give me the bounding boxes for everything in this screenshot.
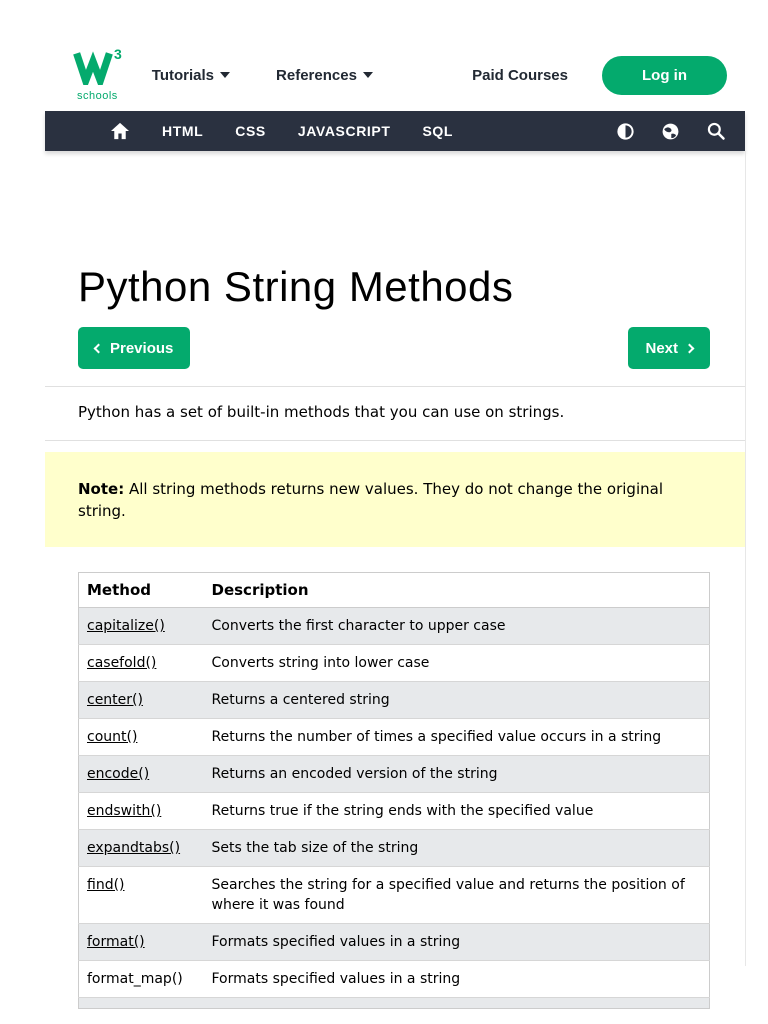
table-row: capitalize() Converts the first character…: [79, 608, 710, 645]
nav-link-sql[interactable]: SQL: [422, 123, 453, 139]
method-link[interactable]: find(): [87, 877, 125, 893]
w3schools-w-icon: [73, 49, 113, 89]
method-link[interactable]: casefold(): [87, 655, 156, 671]
caret-down-icon: [220, 72, 230, 78]
table-row: encode() Returns an encoded version of th…: [79, 756, 710, 793]
separator: [45, 386, 745, 387]
menu-icon[interactable]: [60, 124, 82, 139]
references-menu[interactable]: References: [276, 67, 373, 84]
method-cell: capitalize(): [79, 608, 204, 645]
note-panel: Note: All string methods returns new val…: [45, 452, 745, 547]
previous-button[interactable]: Previous: [78, 327, 190, 369]
method-column-header: Method: [79, 573, 204, 608]
dark-mode-toggle-icon[interactable]: [616, 122, 635, 141]
references-menu-label: References: [276, 67, 357, 84]
description-cell: Formats specified values in a string: [204, 924, 710, 961]
note-text: All string methods returns new values. T…: [78, 480, 663, 520]
table-row-partial: [79, 998, 710, 1009]
method-link[interactable]: expandtabs(): [87, 840, 180, 856]
description-cell: Returns an encoded version of the string: [204, 756, 710, 793]
next-button-label: Next: [645, 340, 678, 357]
string-methods-table: Method Description capitalize() Converts …: [78, 572, 710, 1009]
chevron-left-icon: [94, 344, 104, 354]
separator: [45, 440, 745, 441]
language-globe-icon[interactable]: [661, 122, 680, 141]
table-header-row: Method Description: [79, 573, 710, 608]
method-link[interactable]: capitalize(): [87, 618, 165, 634]
table-row: casefold() Converts string into lower cas…: [79, 645, 710, 682]
previous-button-label: Previous: [110, 340, 173, 357]
method-cell: endswith(): [79, 793, 204, 830]
tutorials-menu-label: Tutorials: [152, 67, 214, 84]
method-link[interactable]: center(): [87, 692, 143, 708]
description-cell: Searches the string for a specified valu…: [204, 867, 710, 924]
method-cell: find(): [79, 867, 204, 924]
method-name: format_map(): [87, 971, 183, 987]
method-cell: format_map(): [79, 961, 204, 998]
main-navbar: HTML CSS JAVASCRIPT SQL: [45, 111, 745, 151]
description-cell: Returns a centered string: [204, 682, 710, 719]
table-row: find() Searches the string for a specifie…: [79, 867, 710, 924]
method-link[interactable]: encode(): [87, 766, 149, 782]
logo-superscript: 3: [114, 47, 122, 61]
table-row: endswith() Returns true if the string end…: [79, 793, 710, 830]
home-icon[interactable]: [110, 122, 130, 140]
table-row: format_map() Formats specified values in …: [79, 961, 710, 998]
nav-link-javascript[interactable]: JAVASCRIPT: [298, 123, 391, 139]
description-cell: Returns the number of times a specified …: [204, 719, 710, 756]
method-cell: format(): [79, 924, 204, 961]
next-button[interactable]: Next: [628, 327, 710, 369]
table-row: count() Returns the number of times a spe…: [79, 719, 710, 756]
table-row: format() Formats specified values in a st…: [79, 924, 710, 961]
page-title: Python String Methods: [78, 263, 710, 311]
nav-link-html[interactable]: HTML: [162, 123, 203, 139]
description-cell: Formats specified values in a string: [204, 961, 710, 998]
note-label: Note:: [78, 480, 124, 498]
description-cell: Returns true if the string ends with the…: [204, 793, 710, 830]
tutorials-menu[interactable]: Tutorials: [152, 67, 230, 84]
method-link[interactable]: count(): [87, 729, 137, 745]
content-right-divider: [745, 151, 746, 966]
description-cell: Sets the tab size of the string: [204, 830, 710, 867]
method-cell: casefold(): [79, 645, 204, 682]
method-cell: expandtabs(): [79, 830, 204, 867]
method-cell: count(): [79, 719, 204, 756]
method-link[interactable]: format(): [87, 934, 145, 950]
paid-courses-link[interactable]: Paid Courses: [472, 67, 568, 84]
table-row: center() Returns a centered string: [79, 682, 710, 719]
nav-link-css[interactable]: CSS: [235, 123, 266, 139]
login-button[interactable]: Log in: [602, 56, 727, 95]
w3schools-logo[interactable]: 3 schools: [73, 49, 122, 102]
methods-table-body: capitalize() Converts the first character…: [79, 608, 710, 1009]
page: 3 schools Tutorials References Paid Cour…: [0, 0, 768, 1024]
method-cell: encode(): [79, 756, 204, 793]
top-header: 3 schools Tutorials References Paid Cour…: [45, 50, 745, 100]
intro-paragraph: Python has a set of built-in methods tha…: [78, 401, 710, 423]
logo-schools-text: schools: [77, 91, 118, 102]
search-icon[interactable]: [706, 121, 726, 141]
description-column-header: Description: [204, 573, 710, 608]
method-cell: center(): [79, 682, 204, 719]
description-cell: Converts the first character to upper ca…: [204, 608, 710, 645]
table-row: expandtabs() Sets the tab size of the str…: [79, 830, 710, 867]
caret-down-icon: [363, 72, 373, 78]
chevron-right-icon: [685, 344, 695, 354]
main-content: Python String Methods Previous Next Pyth…: [45, 151, 745, 1009]
method-link[interactable]: endswith(): [87, 803, 161, 819]
description-cell: Converts string into lower case: [204, 645, 710, 682]
